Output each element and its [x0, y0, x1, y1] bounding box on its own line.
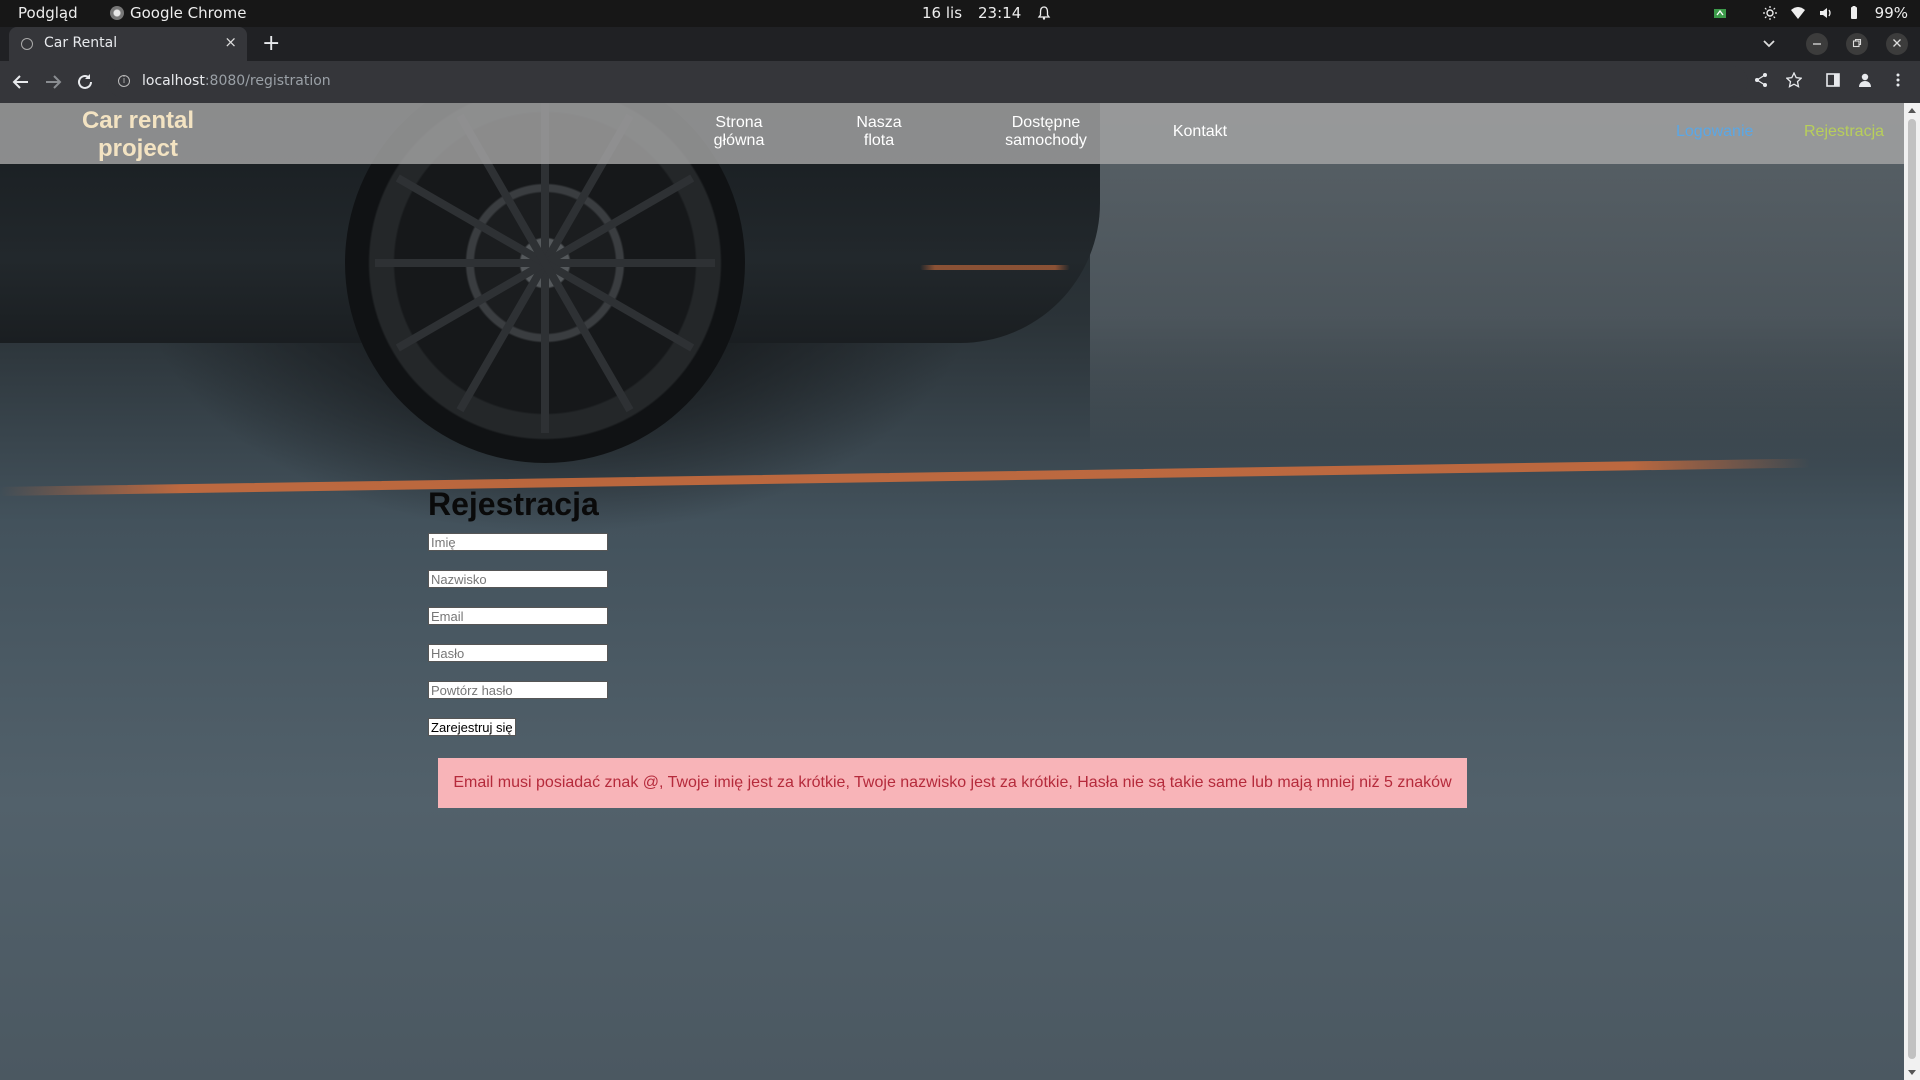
nav-home[interactable]: Strona główna: [669, 114, 809, 150]
nav-available-cars[interactable]: Dostępne samochody: [976, 114, 1116, 150]
tab-title: Car Rental: [44, 35, 118, 51]
validation-error-alert: Email musi posiadać znak @, Twoje imię j…: [438, 758, 1467, 808]
new-tab-button[interactable]: +: [262, 31, 280, 56]
profile-icon[interactable]: [1857, 72, 1873, 88]
repeat-password-field[interactable]: [428, 681, 608, 699]
page-title: Rejestracja: [428, 486, 599, 522]
site-brand[interactable]: Car rental project: [48, 107, 228, 163]
register-link[interactable]: Rejestracja: [1804, 123, 1884, 141]
site-info-icon[interactable]: i: [118, 75, 130, 87]
app-menu[interactable]: Google Chrome: [110, 4, 247, 22]
nav-available-line-2: samochody: [1005, 132, 1087, 149]
tab-car-rental[interactable]: Car Rental ×: [9, 27, 247, 61]
url-path: :8080/registration: [204, 73, 331, 89]
scrollbar-thumb[interactable]: [1908, 119, 1916, 1059]
register-submit-button[interactable]: Zarejestruj się: [428, 718, 516, 736]
nav-fleet[interactable]: Nasza flota: [809, 114, 949, 150]
minimize-icon: [1813, 43, 1821, 45]
tab-search-chevron-icon[interactable]: [1762, 37, 1776, 51]
restore-window-button[interactable]: [1846, 33, 1868, 55]
nav-contact[interactable]: Kontakt: [1130, 123, 1270, 141]
nav-available-line-1: Dostępne: [1011, 114, 1081, 131]
brand-line-1: Car rental: [81, 107, 195, 134]
login-link[interactable]: Logowanie: [1676, 123, 1753, 141]
page-viewport: Car rental project Strona główna Nasza f…: [0, 103, 1904, 1080]
back-arrow-icon[interactable]: [12, 73, 30, 91]
email-field[interactable]: [428, 607, 608, 625]
url-text: localhost:8080/registration: [142, 73, 331, 89]
url-host: localhost: [142, 73, 205, 89]
password-field[interactable]: [428, 644, 608, 662]
brightness-icon: [1762, 6, 1777, 20]
address-bar[interactable]: i localhost:8080/registration: [108, 66, 1748, 98]
side-panel-icon[interactable]: [1825, 72, 1841, 88]
site-navbar: Car rental project Strona główna Nasza f…: [0, 103, 1904, 164]
tab-close-icon[interactable]: ×: [224, 33, 237, 51]
globe-icon: [21, 38, 33, 50]
clock[interactable]: 16 lis 23:14: [922, 4, 1051, 22]
parking-line-stripe: [0, 458, 1810, 496]
share-icon[interactable]: [1753, 72, 1769, 88]
nav-home-line-2: główna: [713, 132, 765, 149]
last-name-field[interactable]: [428, 570, 608, 588]
chrome-menu-icon[interactable]: [1890, 72, 1906, 88]
reload-icon[interactable]: [76, 73, 94, 91]
minimize-window-button[interactable]: [1806, 33, 1828, 55]
first-name-field[interactable]: [428, 533, 608, 551]
clock-time: 23:14: [978, 4, 1022, 22]
registration-form: Rejestracja Zarejestruj się: [428, 486, 608, 736]
scroll-down-arrow-icon[interactable]: [1908, 1070, 1916, 1075]
brand-line-2: project: [97, 135, 178, 162]
battery-percentage: 99%: [1874, 4, 1908, 22]
forward-arrow-icon[interactable]: [44, 73, 62, 91]
nav-fleet-line-1: Nasza: [856, 114, 902, 131]
wifi-icon: [1790, 7, 1805, 19]
scroll-up-arrow-icon[interactable]: [1908, 108, 1916, 113]
close-icon: [1893, 39, 1901, 47]
restore-icon: [1852, 38, 1862, 48]
parking-line-stripe-far: [920, 265, 1070, 270]
close-window-button[interactable]: [1886, 33, 1908, 55]
system-tray[interactable]: 99%: [1713, 4, 1908, 22]
notification-bell-icon: [1037, 6, 1051, 20]
nav-home-line-1: Strona: [715, 114, 763, 131]
os-top-panel: Podgląd Google Chrome 16 lis 23:14 99%: [0, 0, 1920, 27]
app-menu-label: Google Chrome: [130, 4, 247, 22]
browser-tab-strip: Car Rental ×: [0, 27, 1920, 61]
bookmark-star-icon[interactable]: [1786, 72, 1802, 88]
chrome-icon: [110, 6, 124, 20]
activities-button[interactable]: Podgląd: [18, 4, 78, 22]
volume-icon: [1819, 8, 1831, 18]
nav-fleet-line-2: flota: [863, 132, 895, 149]
clock-date: 16 lis: [922, 4, 963, 22]
battery-icon: [1850, 6, 1857, 19]
browser-toolbar: i localhost:8080/registration: [0, 61, 1920, 103]
screen-share-icon: [1713, 9, 1726, 18]
page-scrollbar[interactable]: [1904, 103, 1920, 1080]
